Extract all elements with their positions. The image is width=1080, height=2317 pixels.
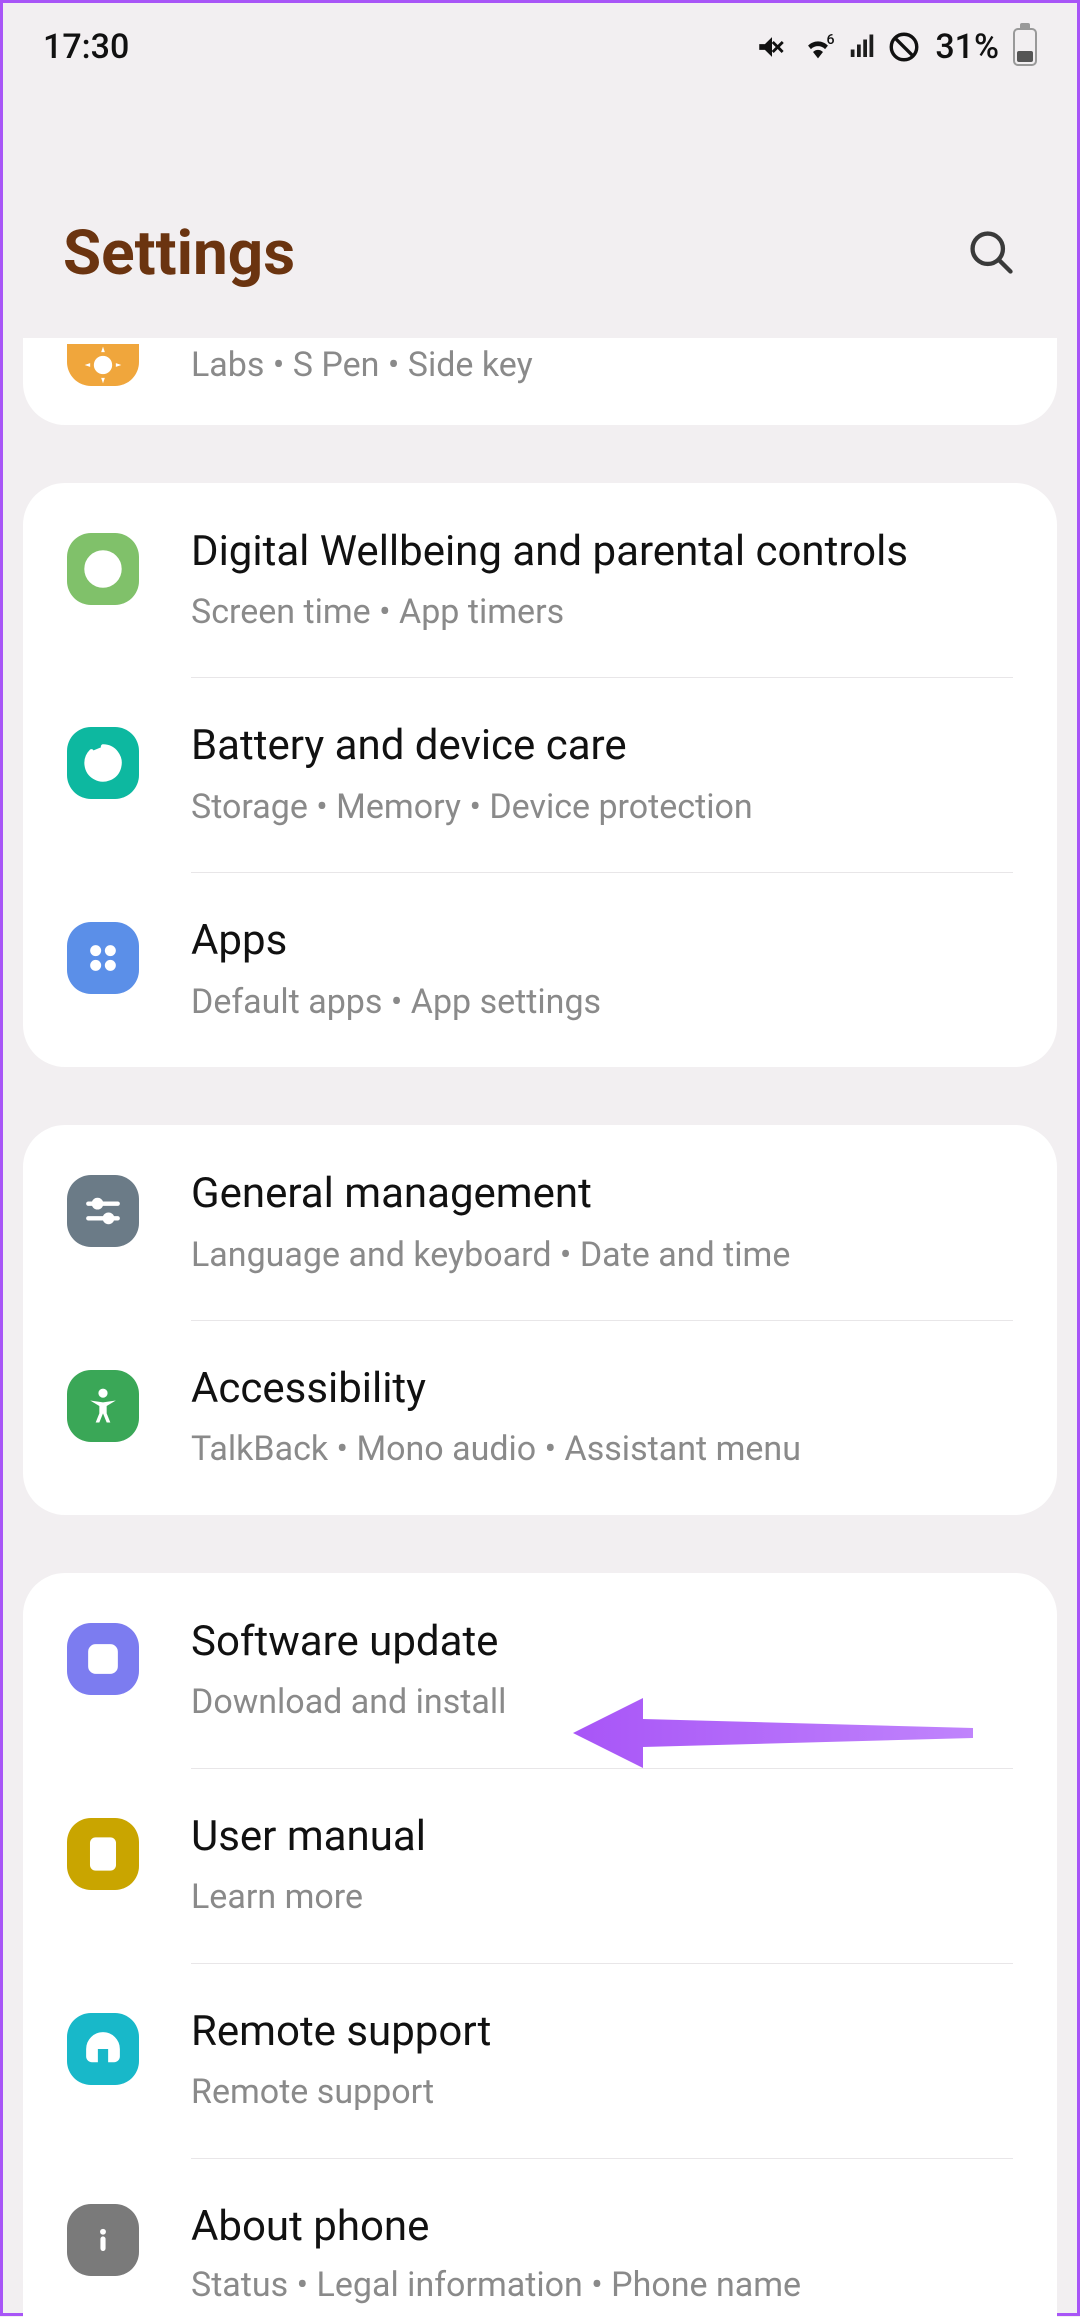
settings-group-device: Digital Wellbeing and parental controls … [23,483,1057,1068]
wifi-icon: 6 [799,30,837,64]
wellbeing-icon [67,533,139,605]
row-title: Software update [191,1617,1013,1667]
row-title: Apps [191,916,1013,966]
row-subtitle: Language and keyboard • Date and time [191,1234,1013,1277]
settings-row-accessibility[interactable]: Accessibility TalkBack • Mono audio • As… [23,1320,1057,1515]
settings-row-remote[interactable]: Remote support Remote support [23,1963,1057,2158]
advanced-features-icon [67,344,139,386]
row-title: About phone [191,2202,1013,2252]
page-title: Settings [63,217,295,290]
settings-row-general[interactable]: General management Language and keyboard… [23,1125,1057,1320]
apps-icon [67,922,139,994]
row-text: Software update Download and install [191,1617,1013,1724]
remote-support-icon [67,2013,139,2085]
row-subtitle: TalkBack • Mono audio • Assistant menu [191,1428,1013,1471]
row-subtitle: Labs • S Pen • Side key [191,344,1013,387]
row-text: General management Language and keyboard… [191,1169,1013,1276]
settings-group-advanced: Labs • S Pen • Side key [23,338,1057,425]
battery-care-icon [67,727,139,799]
svg-text:6: 6 [827,32,835,48]
status-bar: 17:30 6 31% [3,3,1077,77]
row-subtitle: Learn more [191,1876,1013,1919]
row-text: Accessibility TalkBack • Mono audio • As… [191,1364,1013,1471]
volume-mute-icon [755,30,789,64]
settings-group-general: General management Language and keyboard… [23,1125,1057,1515]
row-subtitle: Screen time • App timers [191,591,1013,634]
row-title: Remote support [191,2007,1013,2057]
settings-row-apps[interactable]: Apps Default apps • App settings [23,872,1057,1067]
status-time: 17:30 [43,27,129,67]
battery-icon [1013,28,1037,66]
row-text: Battery and device care Storage • Memory… [191,721,1013,828]
svg-text:?: ? [98,1843,107,1864]
row-text: Apps Default apps • App settings [191,916,1013,1023]
row-title: Digital Wellbeing and parental controls [191,527,1013,577]
row-title: General management [191,1169,1013,1219]
row-subtitle: Status • Legal information • Phone name [191,2264,1013,2307]
settings-row-about[interactable]: About phone Status • Legal information •… [23,2158,1057,2317]
row-title: Accessibility [191,1364,1013,1414]
settings-row-wellbeing[interactable]: Digital Wellbeing and parental controls … [23,483,1057,678]
row-text: Digital Wellbeing and parental controls … [191,527,1013,634]
row-subtitle: Default apps • App settings [191,981,1013,1024]
settings-row-software[interactable]: Software update Download and install [23,1573,1057,1768]
settings-row-manual[interactable]: ? User manual Learn more [23,1768,1057,1963]
search-icon[interactable] [965,226,1017,282]
row-subtitle: Remote support [191,2071,1013,2114]
row-title: Battery and device care [191,721,1013,771]
status-icons: 6 31% [755,27,1037,67]
row-title: User manual [191,1812,1013,1862]
header: Settings [3,77,1077,350]
settings-row-advanced[interactable]: Labs • S Pen • Side key [23,338,1057,425]
signal-icon [847,32,877,62]
row-text: Labs • S Pen • Side key [191,344,1013,387]
settings-group-system: Software update Download and install ? U… [23,1573,1057,2317]
software-update-icon [67,1623,139,1695]
settings-row-battery[interactable]: Battery and device care Storage • Memory… [23,677,1057,872]
no-entry-icon [887,30,921,64]
about-phone-icon [67,2204,139,2276]
general-mgmt-icon [67,1175,139,1247]
row-subtitle: Download and install [191,1681,1013,1724]
accessibility-icon [67,1370,139,1442]
row-text: About phone Status • Legal information •… [191,2202,1013,2307]
row-text: Remote support Remote support [191,2007,1013,2114]
row-subtitle: Storage • Memory • Device protection [191,786,1013,829]
user-manual-icon: ? [67,1818,139,1890]
row-text: User manual Learn more [191,1812,1013,1919]
battery-percent: 31% [935,27,999,67]
